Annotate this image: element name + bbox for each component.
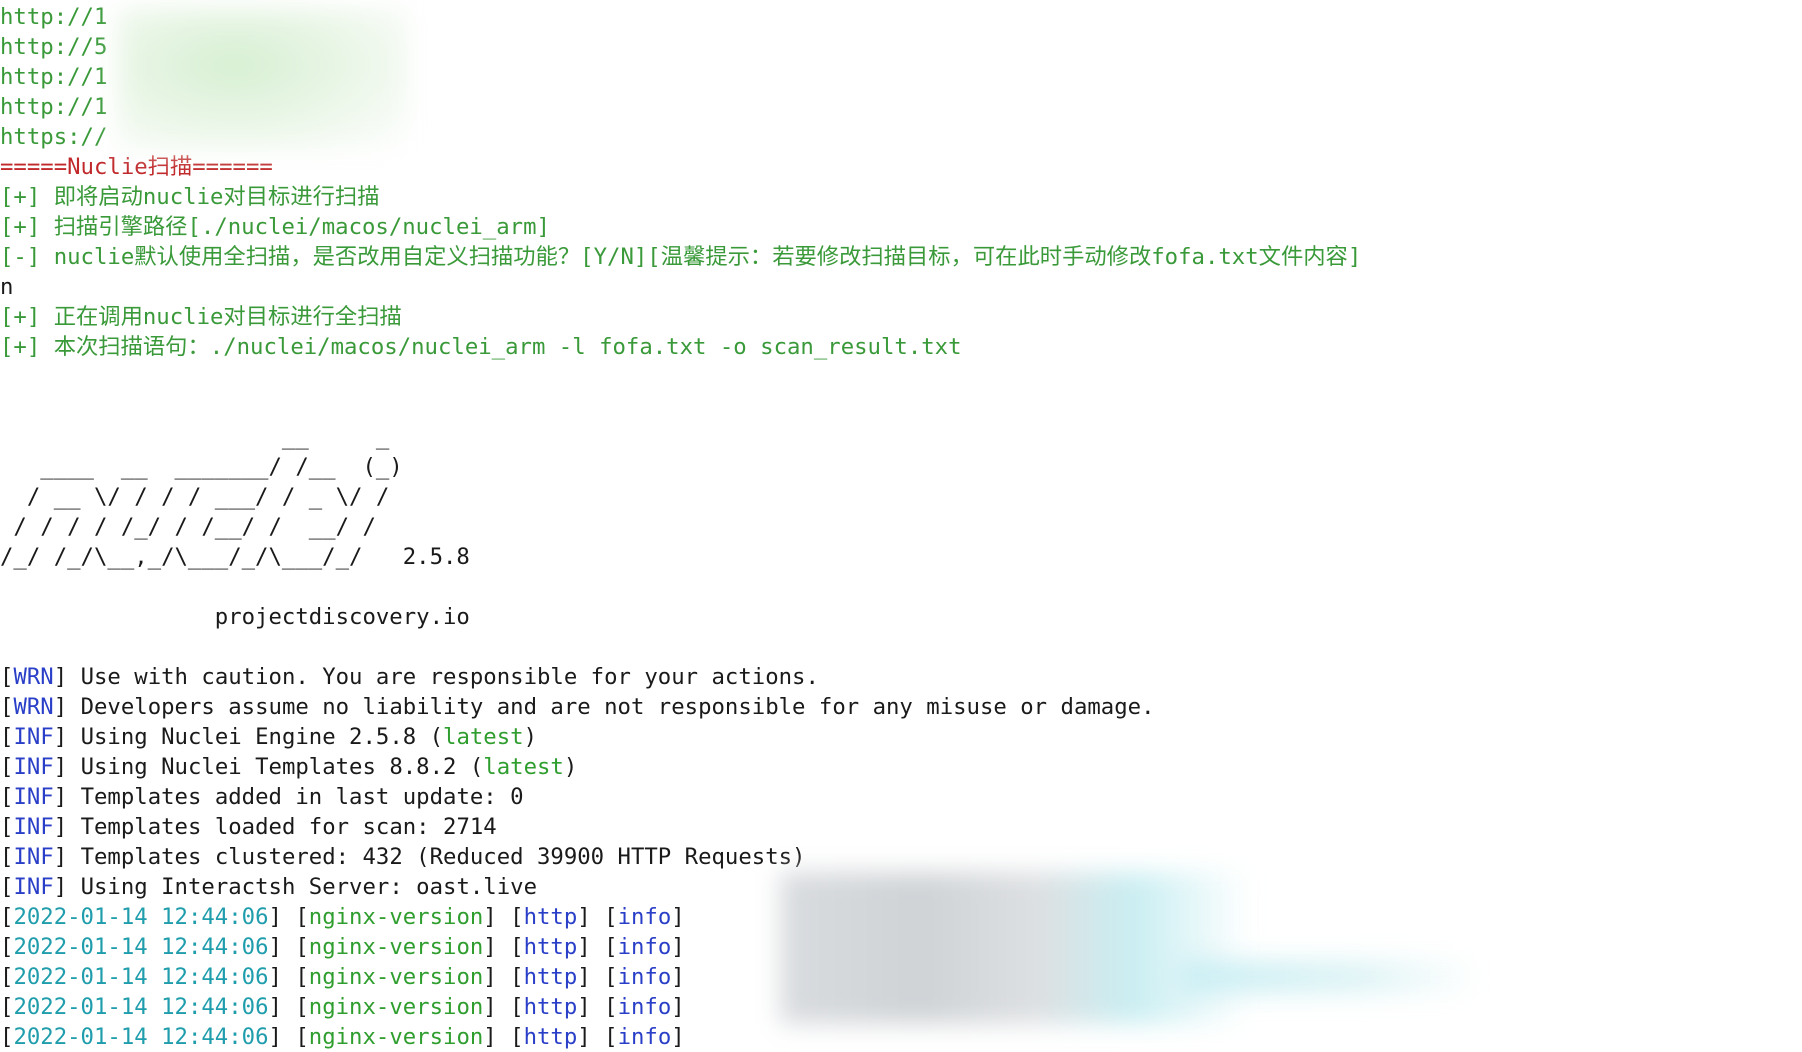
result-protocol: http [523, 934, 578, 960]
banner-line: / / / / /_/ / /__/ / __/ / [0, 514, 376, 540]
log-suffix: ) [523, 724, 538, 750]
status-line: [+] 扫描引擎路径[./nuclei/macos/nuclei_arm] [0, 214, 550, 240]
redacted-result-region [780, 872, 1250, 1024]
log-text: Use with caution. You are responsible fo… [67, 664, 819, 690]
banner-line: / __ \/ / / / ___/ / _ \/ / [0, 484, 390, 510]
result-template: nginx-version [308, 934, 484, 960]
result-protocol: http [523, 904, 578, 930]
log-line: [INF] Templates loaded for scan: 2714 [0, 814, 497, 840]
latest-badge: latest [483, 754, 564, 780]
log-text: Using Interactsh Server: oast.live [67, 874, 537, 900]
result-time: 2022-01-14 12:44:06 [13, 934, 269, 960]
log-tag: WRN [13, 664, 54, 690]
result-protocol: http [523, 994, 578, 1020]
log-line: [INF] Using Nuclei Templates 8.8.2 (late… [0, 754, 578, 780]
url-prefix: http://1 [0, 64, 108, 90]
latest-badge: latest [443, 724, 524, 750]
result-time: 2022-01-14 12:44:06 [13, 964, 269, 990]
log-text: Templates loaded for scan: 2714 [67, 814, 497, 840]
result-template: nginx-version [308, 904, 484, 930]
banner-line: /_/ /_/\__,_/\___/_/\___/_/ 2.5.8 [0, 544, 470, 570]
banner-line [0, 572, 1802, 602]
url-prefix: http://1 [0, 94, 108, 120]
section-header: =====Nuclie扫描====== [0, 154, 273, 180]
result-severity: info [617, 904, 672, 930]
banner-line: projectdiscovery.io [0, 604, 470, 630]
log-line: [INF] Templates added in last update: 0 [0, 784, 524, 810]
result-severity: info [617, 964, 672, 990]
result-template: nginx-version [308, 994, 484, 1020]
log-text: Templates clustered: 432 (Reduced 39900 … [67, 844, 806, 870]
log-line: [WRN] Developers assume no liability and… [0, 694, 1155, 720]
log-suffix: ) [563, 754, 578, 780]
status-line: [+] 即将启动nuclie对目标进行扫描 [0, 184, 380, 210]
result-template: nginx-version [308, 964, 484, 990]
log-tag: INF [13, 784, 54, 810]
redacted-url-region [118, 8, 408, 150]
log-tag: INF [13, 754, 54, 780]
status-line: [+] 本次扫描语句：./nuclei/macos/nuclei_arm -l … [0, 334, 962, 360]
result-severity: info [617, 994, 672, 1020]
log-tag: INF [13, 724, 54, 750]
log-line: [INF] Templates clustered: 432 (Reduced … [0, 844, 806, 870]
banner-line: __ _ [0, 424, 390, 450]
log-tag: INF [13, 874, 54, 900]
url-prefix: http://5 [0, 34, 108, 60]
log-text: Using Nuclei Templates 8.8.2 ( [67, 754, 484, 780]
status-line: [-] nuclie默认使用全扫描，是否改用自定义扫描功能？[Y/N][温馨提示… [0, 244, 1362, 270]
log-line: [INF] Using Nuclei Engine 2.5.8 (latest) [0, 724, 538, 750]
redacted-result-region-tail [1180, 960, 1480, 994]
log-tag: WRN [13, 694, 54, 720]
result-line: [2022-01-14 12:44:06] [nginx-version] [h… [0, 1024, 685, 1050]
url-prefix: https:// [0, 124, 108, 150]
result-time: 2022-01-14 12:44:06 [13, 904, 269, 930]
log-line: [WRN] Use with caution. You are responsi… [0, 664, 819, 690]
result-severity: info [617, 934, 672, 960]
status-line: [+] 正在调用nuclie对目标进行全扫描 [0, 304, 402, 330]
log-tag: INF [13, 844, 54, 870]
banner-line: ____ __ _______/ /__ (_) [0, 454, 403, 480]
result-protocol: http [523, 964, 578, 990]
user-input: n [0, 274, 14, 300]
log-text: Using Nuclei Engine 2.5.8 ( [67, 724, 444, 750]
url-prefix: http://1 [0, 4, 108, 30]
log-tag: INF [13, 814, 54, 840]
result-time: 2022-01-14 12:44:06 [13, 994, 269, 1020]
log-text: Templates added in last update: 0 [67, 784, 524, 810]
log-text: Developers assume no liability and are n… [67, 694, 1155, 720]
